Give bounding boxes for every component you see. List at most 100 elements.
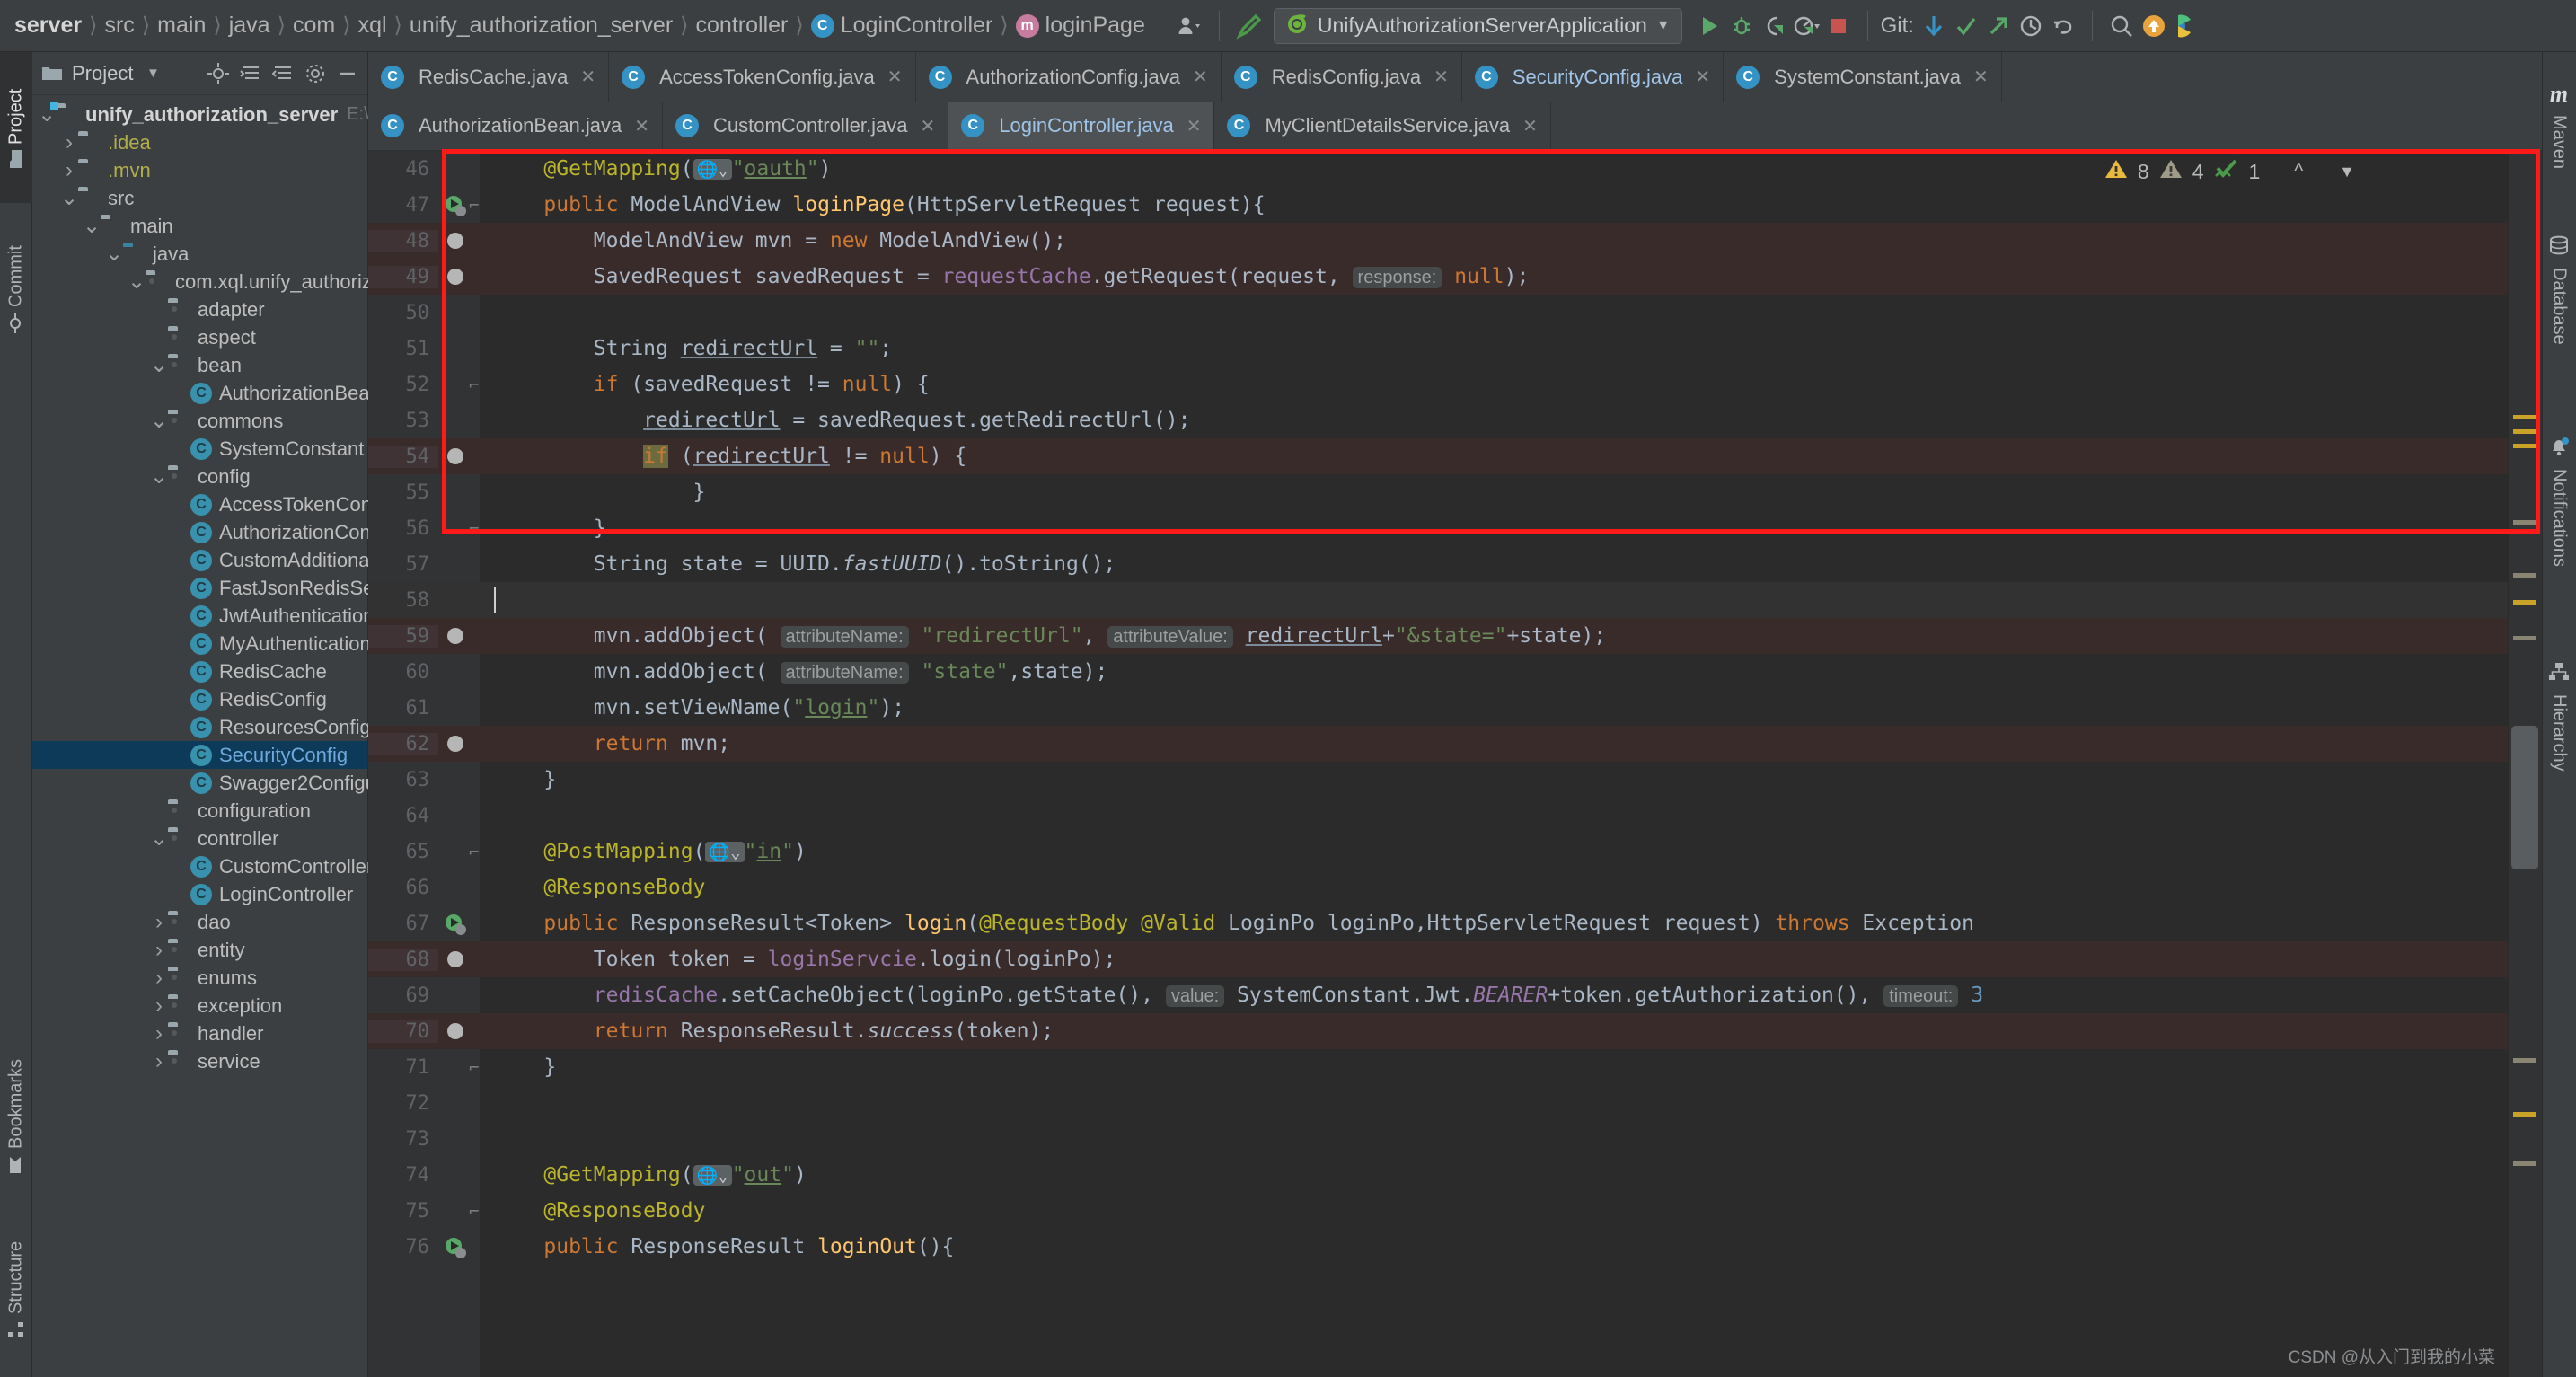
close-icon[interactable]: ✕ bbox=[1522, 115, 1538, 137]
web-url-icon[interactable]: 🌐⌄ bbox=[705, 842, 745, 862]
code-line[interactable]: 67 public ResponseResult<Token> login(@R… bbox=[368, 905, 2508, 941]
tree-item[interactable]: adapter bbox=[32, 296, 367, 323]
breakpoint-icon[interactable] bbox=[447, 736, 463, 752]
run-gutter-icon[interactable] bbox=[444, 194, 466, 216]
tree-item[interactable]: C LoginController bbox=[32, 880, 367, 908]
code-line[interactable]: 63 } bbox=[368, 762, 2508, 798]
close-icon[interactable]: ✕ bbox=[634, 115, 649, 137]
web-url-icon[interactable]: 🌐⌄ bbox=[693, 1165, 732, 1186]
code-fold-icon[interactable]: ⌐ bbox=[469, 196, 479, 216]
git-history-icon[interactable] bbox=[2015, 8, 2047, 44]
tree-item[interactable]: ⌄ controller bbox=[32, 825, 367, 852]
close-icon[interactable]: ✕ bbox=[887, 66, 903, 88]
chevron-right-icon[interactable]: › bbox=[150, 993, 168, 1019]
code-line[interactable]: 64 bbox=[368, 798, 2508, 834]
code-line[interactable]: 47 ⌐ public ModelAndView loginPage(HttpSe… bbox=[368, 187, 2508, 223]
scrollbar-thumb[interactable] bbox=[2511, 726, 2538, 869]
editor-tab[interactable]: C AuthorizationConfig.java ✕ bbox=[915, 52, 1222, 102]
code-line[interactable]: 53 redirectUrl = savedRequest.getRedirec… bbox=[368, 402, 2508, 438]
chevron-down-icon[interactable]: ⌄ bbox=[128, 269, 146, 295]
tree-item[interactable]: › enums bbox=[32, 964, 367, 992]
code-line[interactable]: 75 ⌐ @ResponseBody bbox=[368, 1193, 2508, 1229]
code-line[interactable]: 50 bbox=[368, 295, 2508, 331]
theme-icon[interactable] bbox=[2170, 8, 2202, 44]
breadcrumb-item-server[interactable]: server bbox=[9, 13, 87, 39]
tree-item[interactable]: C ResourcesConfiguration bbox=[32, 713, 431, 741]
code-lines[interactable]: 46 @GetMapping(🌐⌄ "oauth") 47 ⌐ public Mode… bbox=[368, 151, 2508, 1377]
tree-item[interactable]: ⌄ config bbox=[32, 463, 367, 490]
code-line[interactable]: 72 bbox=[368, 1085, 2508, 1121]
code-line[interactable]: 73 bbox=[368, 1121, 2508, 1157]
code-line[interactable]: 57 String state = UUID.fastUUID().toStri… bbox=[368, 546, 2508, 582]
user-profiles-icon[interactable] bbox=[1174, 8, 1206, 44]
breadcrumb-item-src[interactable]: src bbox=[99, 13, 139, 39]
git-commit-icon[interactable] bbox=[1950, 8, 1982, 44]
git-rollback-icon[interactable] bbox=[2047, 8, 2079, 44]
close-icon[interactable]: ✕ bbox=[1434, 66, 1449, 88]
tree-item[interactable]: C AuthorizationBean bbox=[32, 379, 381, 407]
code-line[interactable]: 62 return mvn; bbox=[368, 726, 2508, 762]
tree-item[interactable]: C JwtAuthenticationTokenFilter bbox=[32, 602, 471, 630]
chevron-right-icon[interactable]: › bbox=[60, 158, 78, 183]
sidebar-item-project[interactable]: Project bbox=[0, 52, 32, 203]
web-url-icon[interactable]: 🌐⌄ bbox=[693, 159, 732, 180]
sidebar-item-structure[interactable]: Structure bbox=[0, 1211, 32, 1368]
code-line[interactable]: 48 ModelAndView mvn = new ModelAndView()… bbox=[368, 223, 2508, 259]
breadcrumb-item-com[interactable]: com bbox=[287, 13, 340, 39]
breakpoint-icon[interactable] bbox=[447, 448, 463, 464]
tree-item[interactable]: ⌄ com.xql.unify_authorization_server bbox=[32, 268, 481, 296]
close-icon[interactable]: ✕ bbox=[1193, 66, 1208, 88]
chevron-down-icon[interactable]: ⌄ bbox=[150, 463, 168, 490]
code-fold-icon[interactable]: ⌐ bbox=[469, 1202, 479, 1222]
code-line[interactable]: 66 @ResponseBody bbox=[368, 869, 2508, 905]
locate-icon[interactable] bbox=[206, 61, 231, 86]
tree-item[interactable]: C SecurityConfig bbox=[32, 741, 367, 769]
code-line[interactable]: 52 ⌐ if (savedRequest != null) { bbox=[368, 366, 2508, 402]
code-fold-icon[interactable]: ⌐ bbox=[469, 843, 479, 862]
tree-item[interactable]: C Swagger2Configuration bbox=[32, 769, 426, 797]
chevron-down-icon[interactable]: ▼ bbox=[140, 61, 165, 86]
code-fold-icon[interactable]: ⌐ bbox=[469, 519, 479, 539]
tree-item[interactable]: ⌄ commons bbox=[32, 407, 367, 435]
chevron-down-icon[interactable]: ⌄ bbox=[150, 352, 168, 378]
breakpoint-icon[interactable] bbox=[447, 1023, 463, 1039]
tree-item[interactable]: configuration bbox=[32, 797, 367, 825]
editor-tab[interactable]: C RedisCache.java ✕ bbox=[368, 52, 610, 102]
tree-item[interactable]: ⌄ src bbox=[32, 184, 367, 212]
code-line[interactable]: 61 mvn.setViewName("login"); bbox=[368, 690, 2508, 726]
chevron-right-icon[interactable]: › bbox=[150, 1049, 168, 1074]
profiler-icon[interactable] bbox=[1790, 8, 1822, 44]
sidebar-item-notifications[interactable]: Notifications bbox=[2542, 389, 2576, 613]
stop-icon[interactable] bbox=[1822, 8, 1855, 44]
tree-item[interactable]: › service bbox=[32, 1047, 367, 1075]
prev-occurrence-icon[interactable]: ^ bbox=[2294, 161, 2303, 182]
tree-item[interactable]: ⌄ bean bbox=[32, 351, 367, 379]
debug-icon[interactable] bbox=[1725, 8, 1758, 44]
settings-gear-icon[interactable] bbox=[303, 61, 328, 86]
code-editor[interactable]: 8 4 1 ^ ▼ 46 @GetMapping(🌐⌄ "oauth") 47 ⌐ p… bbox=[368, 151, 2542, 1377]
code-line[interactable]: 59 mvn.addObject( attributeName: "redire… bbox=[368, 618, 2508, 654]
inspection-status-widget[interactable]: 8 4 1 ^ ▼ bbox=[2104, 151, 2355, 192]
tree-item[interactable]: C MyAuthenticationProvider bbox=[32, 630, 445, 658]
chevron-down-icon[interactable]: ⌄ bbox=[150, 825, 168, 852]
tree-item[interactable]: C FastJsonRedisSerializer bbox=[32, 574, 432, 602]
tree-item[interactable]: › handler bbox=[32, 1020, 367, 1047]
editor-marker-scrollbar[interactable] bbox=[2508, 151, 2542, 1377]
tree-item[interactable]: ⌄ java bbox=[32, 240, 367, 268]
breadcrumb-item-package[interactable]: unify_authorization_server bbox=[404, 13, 678, 39]
code-line[interactable]: 54 if (redirectUrl != null) { bbox=[368, 438, 2508, 474]
chevron-right-icon[interactable]: › bbox=[150, 966, 168, 991]
editor-tab[interactable]: C SecurityConfig.java ✕ bbox=[1461, 52, 1725, 102]
tree-item[interactable]: › exception bbox=[32, 992, 367, 1020]
git-push-icon[interactable] bbox=[1982, 8, 2015, 44]
run-icon[interactable] bbox=[1693, 8, 1725, 44]
breadcrumb-item-xql[interactable]: xql bbox=[353, 13, 393, 39]
breadcrumb-item-controller[interactable]: controller bbox=[691, 13, 794, 39]
hide-icon[interactable] bbox=[335, 61, 360, 86]
tree-item[interactable]: C RedisCache bbox=[32, 658, 367, 685]
tree-item[interactable]: C CustomController bbox=[32, 852, 373, 880]
code-line[interactable]: 68 Token token = loginServcie.login(logi… bbox=[368, 941, 2508, 977]
sidebar-item-commit[interactable]: Commit bbox=[0, 212, 32, 366]
chevron-down-icon[interactable]: ⌄ bbox=[83, 213, 101, 239]
code-fold-icon[interactable]: ⌐ bbox=[469, 1058, 479, 1078]
